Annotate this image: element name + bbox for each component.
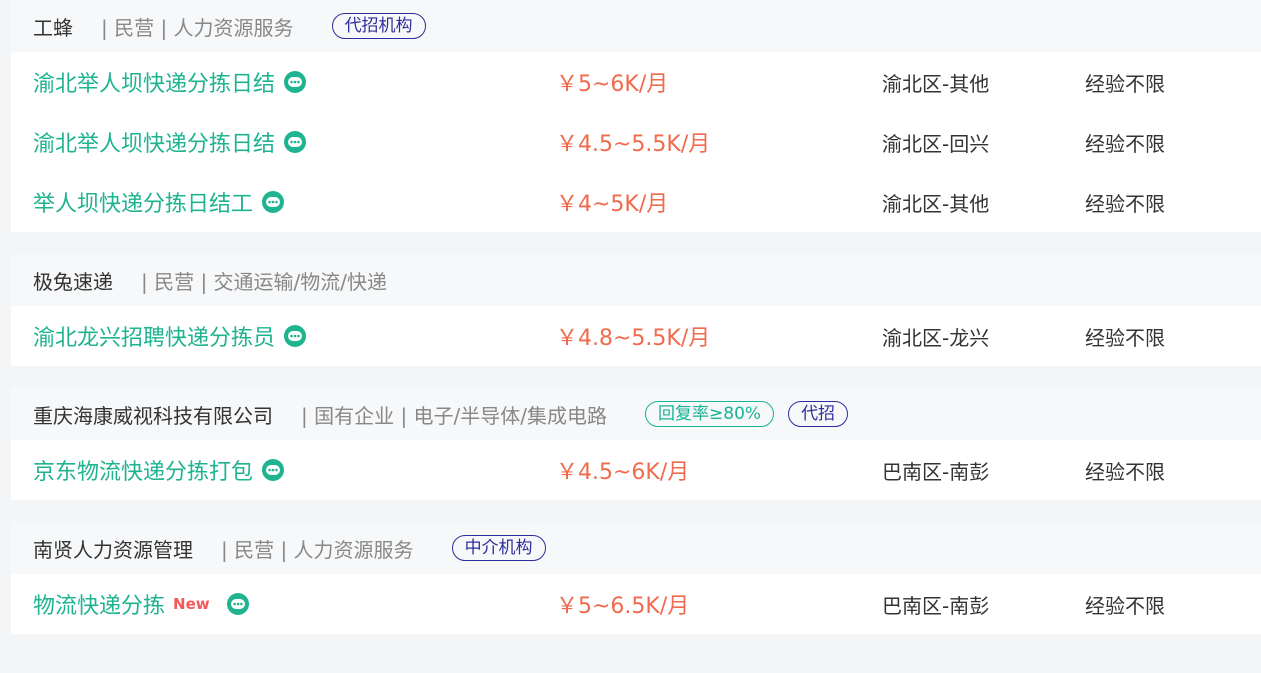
job-title-link[interactable]: 渝北龙兴招聘快递分拣员 [33,320,307,352]
company-block: 工蜂 | 民营 | 人力资源服务 代招机构 渝北举人坝快递分拣日结 ￥5~6K/月 渝北区… [11,0,1261,232]
experience-requirement: 经验不限 [1085,325,1165,350]
chat-bubble-icon[interactable] [261,458,285,482]
job-title-text[interactable]: 举人坝快递分拣日结工 [33,186,253,218]
company-block: 南贤人力资源管理 | 民营 | 人力资源服务 中介机构物流快递分拣 New ￥5~6.5… [11,522,1261,634]
job-row[interactable]: 物流快递分拣 New ￥5~6.5K/月 巴南区-南彭 经验不限 [11,574,1261,634]
experience-requirement: 经验不限 [1085,71,1165,96]
salary: ￥4~5K/月 [556,192,669,217]
chat-bubble-icon[interactable] [226,592,250,616]
salary: ￥4.5~6K/月 [556,460,690,485]
salary: ￥4.8~5.5K/月 [556,326,711,351]
experience-requirement: 经验不限 [1085,131,1165,156]
experience-requirement: 经验不限 [1085,459,1165,484]
job-title-link[interactable]: 渝北举人坝快递分拣日结 [33,66,307,98]
company-header[interactable]: 南贤人力资源管理 | 民营 | 人力资源服务 中介机构 [11,522,1261,574]
job-location: 巴南区-南彭 [882,459,990,484]
job-title-text[interactable]: 渝北举人坝快递分拣日结 [33,126,275,158]
job-list: 工蜂 | 民营 | 人力资源服务 代招机构 渝北举人坝快递分拣日结 ￥5~6K/月 渝北区… [0,0,1261,673]
job-row[interactable]: 渝北举人坝快递分拣日结 ￥4.5~5.5K/月 渝北区-回兴 经验不限 [11,112,1261,172]
job-location: 渝北区-其他 [882,71,990,96]
salary: ￥5~6K/月 [556,72,669,97]
company-meta: | 民营 | 人力资源服务 [101,15,294,40]
job-location: 渝北区-其他 [882,191,990,216]
company-block: 极兔速递 | 民营 | 交通运输/物流/快递渝北龙兴招聘快递分拣员 ￥4.8~5.5… [11,254,1261,366]
job-location: 巴南区-南彭 [882,593,990,618]
company-meta: | 民营 | 人力资源服务 [221,537,414,562]
job-title-text[interactable]: 渝北龙兴招聘快递分拣员 [33,320,275,352]
chat-bubble-icon[interactable] [283,324,307,348]
job-title-text[interactable]: 京东物流快递分拣打包 [33,454,253,486]
job-location: 渝北区-回兴 [882,131,990,156]
reply-rate-tag: 回复率≥80% [645,401,775,427]
chat-bubble-icon[interactable] [283,130,307,154]
company-name[interactable]: 南贤人力资源管理 [33,534,193,563]
salary: ￥5~6.5K/月 [556,594,690,619]
experience-requirement: 经验不限 [1085,191,1165,216]
company-name[interactable]: 重庆海康威视科技有限公司 [33,400,273,429]
company-type-tag: 代招机构 [331,13,426,39]
chat-bubble-icon[interactable] [283,70,307,94]
job-title-text[interactable]: 物流快递分拣 [33,588,165,620]
job-title-link[interactable]: 举人坝快递分拣日结工 [33,186,285,218]
company-block: 重庆海康威视科技有限公司 | 国有企业 | 电子/半导体/集成电路 回复率≥80% 代… [11,388,1261,500]
job-row[interactable]: 举人坝快递分拣日结工 ￥4~5K/月 渝北区-其他 经验不限 [11,172,1261,232]
chat-bubble-icon[interactable] [261,190,285,214]
salary: ￥4.5~5.5K/月 [556,132,711,157]
company-meta: | 民营 | 交通运输/物流/快递 [141,269,388,294]
company-header[interactable]: 工蜂 | 民营 | 人力资源服务 代招机构 [11,0,1261,52]
company-meta: | 国有企业 | 电子/半导体/集成电路 [301,403,608,428]
job-row[interactable]: 渝北举人坝快递分拣日结 ￥5~6K/月 渝北区-其他 经验不限 [11,52,1261,112]
job-title-link[interactable]: 物流快递分拣 New [33,588,250,620]
job-row[interactable]: 渝北龙兴招聘快递分拣员 ￥4.8~5.5K/月 渝北区-龙兴 经验不限 [11,306,1261,366]
company-name[interactable]: 工蜂 [33,12,73,41]
company-header[interactable]: 极兔速递 | 民营 | 交通运输/物流/快递 [11,254,1261,306]
experience-requirement: 经验不限 [1085,593,1165,618]
job-title-link[interactable]: 京东物流快递分拣打包 [33,454,285,486]
job-location: 渝北区-龙兴 [882,325,990,350]
company-name[interactable]: 极兔速递 [33,266,113,295]
company-type-tag: 中介机构 [451,535,546,561]
job-row[interactable]: 京东物流快递分拣打包 ￥4.5~6K/月 巴南区-南彭 经验不限 [11,440,1261,500]
new-badge: New [173,595,210,613]
company-type-tag: 代招 [788,401,849,427]
job-title-text[interactable]: 渝北举人坝快递分拣日结 [33,66,275,98]
company-header[interactable]: 重庆海康威视科技有限公司 | 国有企业 | 电子/半导体/集成电路 回复率≥80% 代… [11,388,1261,440]
job-title-link[interactable]: 渝北举人坝快递分拣日结 [33,126,307,158]
